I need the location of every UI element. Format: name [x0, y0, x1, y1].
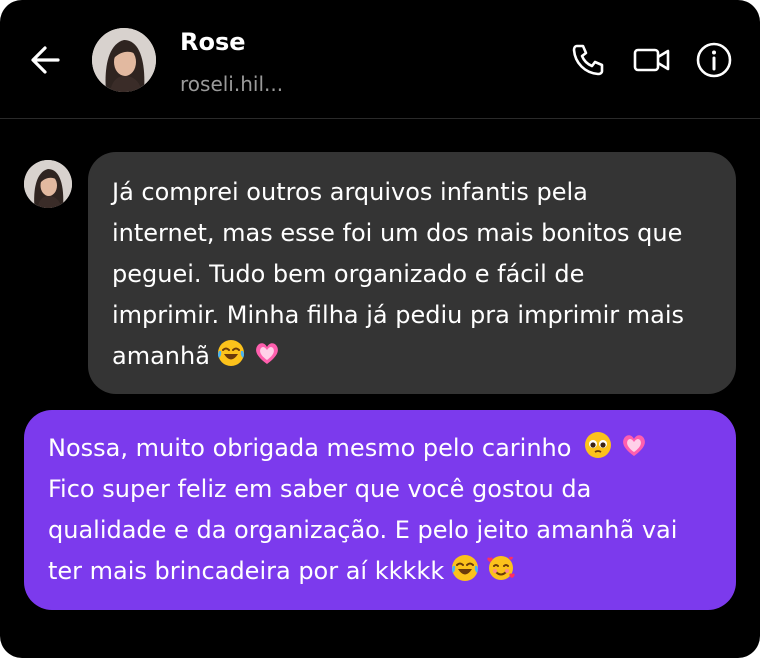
message-line: peguei. Tudo bem organizado e fácil de — [112, 260, 585, 288]
sender-avatar[interactable] — [24, 160, 72, 208]
message-line: imprimir. Minha filha já pediu pra impri… — [112, 301, 685, 329]
message-line: qualidade e da organização. E pelo jeito… — [48, 516, 678, 544]
heart-emoji-icon — [256, 343, 278, 364]
smiling-hearts-emoji-icon — [487, 556, 515, 580]
message-text: ter mais brincadeira por aí kkkkk — [48, 557, 445, 585]
phone-icon[interactable] — [568, 40, 608, 80]
contact-username[interactable]: roseli.hil... — [180, 72, 283, 96]
video-camera-icon[interactable] — [632, 40, 672, 80]
message-text: amanhã — [112, 342, 210, 370]
message-line: Fico super feliz em saber que você gosto… — [48, 475, 592, 503]
message-text: Nossa, muito obrigada mesmo pelo carinho — [48, 434, 572, 462]
incoming-message-bubble[interactable]: Já comprei outros arquivos infantis pela… — [88, 152, 736, 394]
message-line: Já comprei outros arquivos infantis pela — [112, 178, 588, 206]
message-line: internet, mas esse foi um dos mais bonit… — [112, 219, 683, 247]
message-line-last: amanhã — [112, 336, 712, 377]
message-line-last: ter mais brincadeira por aí kkkkk — [48, 551, 712, 592]
joy-emoji-icon — [452, 555, 479, 581]
pleading-emoji-icon — [585, 432, 612, 458]
info-icon[interactable] — [694, 40, 734, 80]
outgoing-message-bubble[interactable]: Nossa, muito obrigada mesmo pelo carinho… — [24, 410, 736, 610]
chat-header: Rose roseli.hil... — [0, 0, 760, 119]
heart-emoji-icon — [623, 435, 646, 456]
message-line: Nossa, muito obrigada mesmo pelo carinho — [48, 428, 712, 469]
chat-window: Rose roseli.hil... Já comprei outros arq… — [0, 0, 760, 658]
joy-emoji-icon — [217, 340, 244, 366]
contact-name[interactable]: Rose — [180, 28, 246, 56]
contact-avatar[interactable] — [92, 28, 156, 92]
back-arrow-icon[interactable] — [28, 40, 64, 80]
